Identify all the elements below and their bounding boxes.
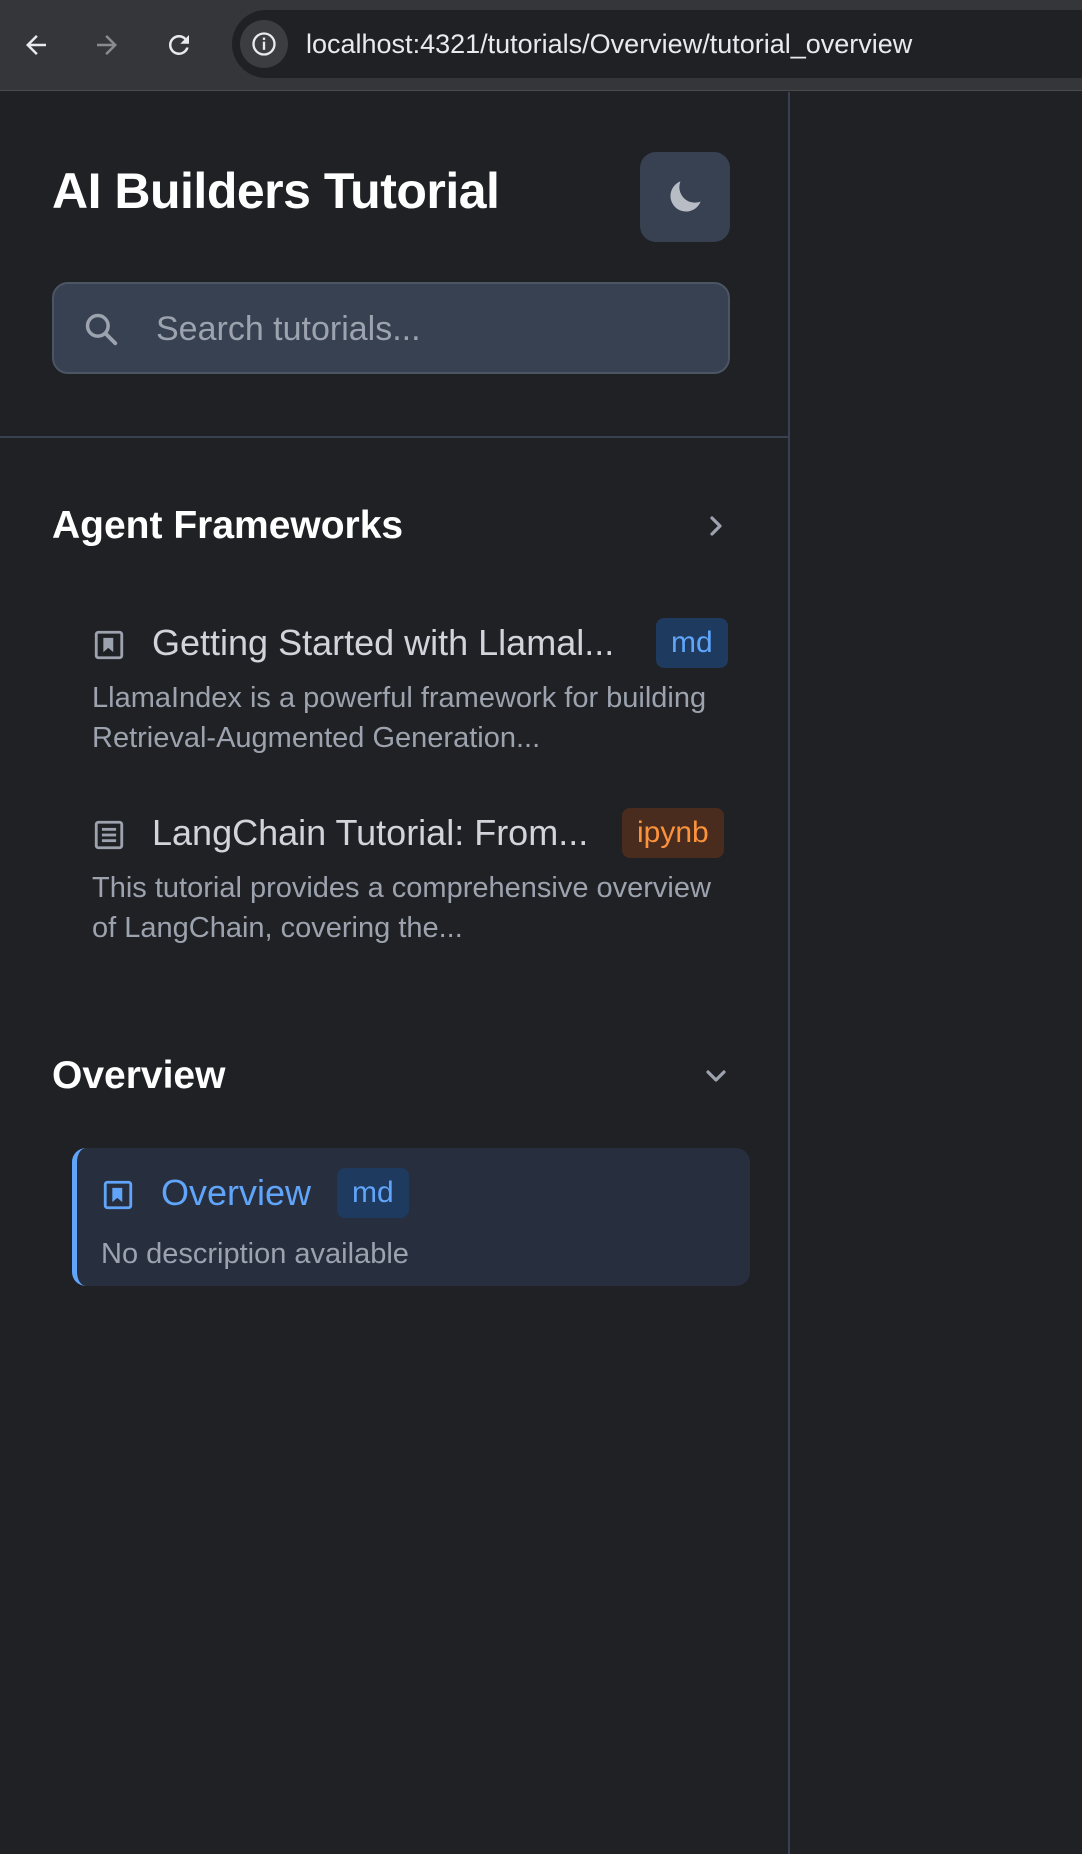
app-title: AI Builders Tutorial — [52, 163, 500, 219]
tutorial-description: LlamaIndex is a powerful framework for b… — [92, 682, 707, 754]
theme-toggle-button[interactable] — [640, 152, 730, 242]
notebook-file-icon — [94, 820, 124, 850]
back-arrow-icon — [26, 35, 46, 55]
section-header-agent-frameworks[interactable]: Agent Frameworks — [52, 496, 732, 556]
section-header-overview[interactable]: Overview — [52, 1046, 732, 1106]
moon-icon — [670, 181, 701, 212]
tutorial-title: Overview — [161, 1172, 312, 1213]
tutorial-item-overview-active[interactable]: Overview md No description available — [72, 1148, 750, 1286]
sidebar-header: AI Builders Tutorial — [0, 92, 788, 438]
tutorial-description: No description available — [101, 1238, 409, 1270]
file-type-badge: md — [337, 1168, 409, 1218]
tutorial-description: This tutorial provides a comprehensive o… — [92, 872, 711, 944]
reload-icon — [168, 34, 189, 55]
browser-toolbar: localhost:4321/tutorials/Overview/tutori… — [0, 0, 1082, 91]
tutorial-item-llamaindex[interactable]: Getting Started with Llamal... md LlamaI… — [92, 618, 732, 758]
site-info-button[interactable] — [240, 20, 288, 68]
chevron-down-icon — [706, 1070, 726, 1082]
forward-arrow-icon — [97, 35, 117, 55]
tutorial-title: LangChain Tutorial: From... — [152, 812, 589, 853]
search-box[interactable] — [52, 282, 730, 374]
reload-button[interactable] — [156, 22, 202, 68]
tutorial-item-langchain[interactable]: LangChain Tutorial: From... ipynb This t… — [92, 808, 732, 948]
info-icon — [252, 32, 276, 56]
tutorial-title: Getting Started with Llamal... — [152, 622, 615, 663]
file-type-badge: md — [656, 618, 728, 668]
markdown-file-icon — [94, 630, 124, 660]
search-icon — [85, 313, 118, 346]
forward-button[interactable] — [84, 22, 130, 68]
sidebar: AI Builders Tutorial Agent Frameworks Ge… — [0, 92, 790, 1854]
markdown-file-icon — [103, 1180, 133, 1210]
main-content — [790, 92, 1082, 1854]
address-bar[interactable]: localhost:4321/tutorials/Overview/tutori… — [232, 10, 1082, 78]
section-title: Agent Frameworks — [52, 504, 404, 547]
url-text[interactable]: localhost:4321/tutorials/Overview/tutori… — [306, 10, 912, 78]
file-type-badge: ipynb — [622, 808, 724, 858]
chevron-right-icon — [710, 516, 722, 536]
search-input[interactable] — [154, 284, 718, 374]
back-button[interactable] — [13, 22, 59, 68]
section-title: Overview — [52, 1054, 226, 1097]
